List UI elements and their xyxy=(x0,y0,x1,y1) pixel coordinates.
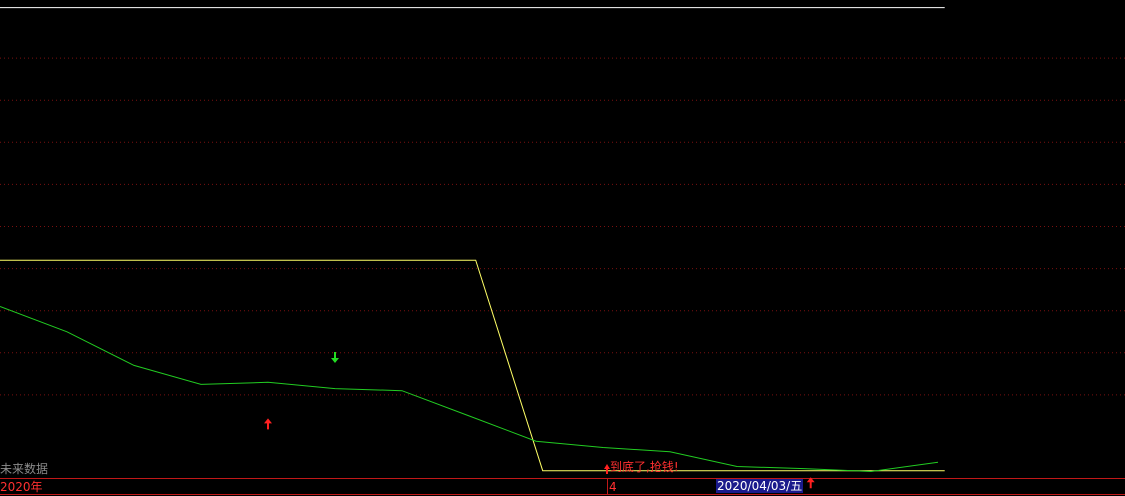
price-line xyxy=(0,306,939,473)
chart-svg xyxy=(0,7,1125,495)
year-label: 2020年 xyxy=(0,480,43,494)
buy-signal-arrow-0 xyxy=(264,418,272,430)
date-badge: 2020/04/03/五 xyxy=(716,479,804,493)
step-line xyxy=(0,259,945,472)
sell-signal-arrow-1 xyxy=(331,352,339,364)
signal-label: 到底了,抢钱! xyxy=(610,460,679,474)
month-label: 4 xyxy=(609,480,617,494)
future-data-label: 未来数据 xyxy=(0,462,49,476)
